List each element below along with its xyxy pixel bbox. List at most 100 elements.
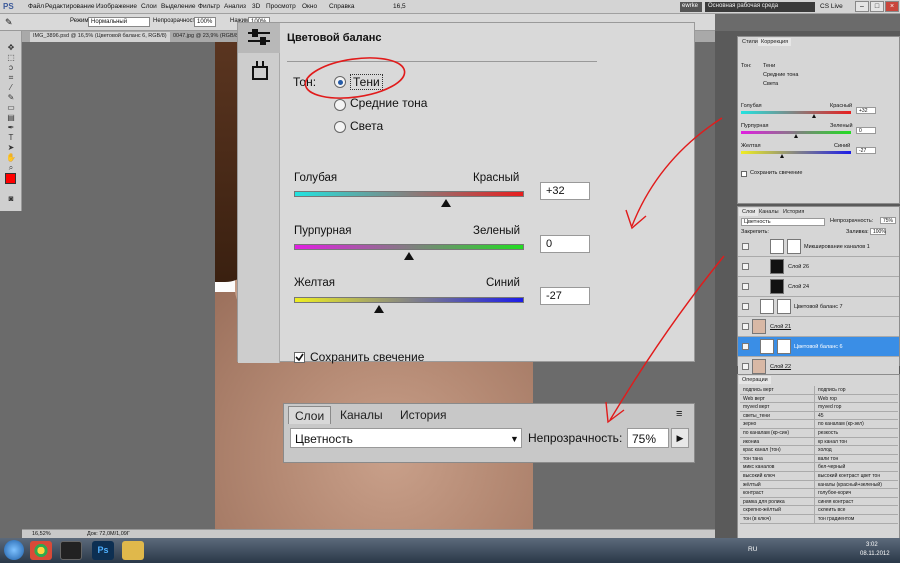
action-item[interactable]: крас канал (тон) [740,446,814,454]
menu-item-analysis[interactable]: Анализ [224,3,246,10]
small-cyan-red-slider[interactable] [741,111,851,118]
action-item[interactable]: вали тон [814,454,898,463]
layer-row[interactable]: Слой 21 [738,317,899,337]
eye-icon[interactable] [742,343,749,350]
magenta-green-thumb[interactable] [404,252,414,260]
action-item[interactable]: подпись гор [814,386,898,394]
tab-channels[interactable]: Каналы [756,208,782,216]
small-magenta-green-slider[interactable] [741,131,851,138]
tone-shadows-radio[interactable] [334,76,346,88]
eye-icon[interactable] [742,243,749,250]
tab-history[interactable]: История [780,208,807,216]
yellow-blue-thumb[interactable] [374,305,385,313]
action-item[interactable]: жёлтый [740,481,814,489]
eye-icon[interactable] [742,303,749,310]
eye-icon[interactable] [742,283,749,290]
chevron-down-icon[interactable]: ▼ [510,434,519,444]
tab-layers-zoomed[interactable]: Слои [288,406,332,424]
action-row[interactable]: высокий ключ высокий контраст цвет тон [740,471,898,481]
action-row[interactable]: по каналам (кр-син) резкость [740,428,898,438]
cyan-red-value[interactable]: +32 [540,182,590,200]
language-indicator[interactable]: RU [748,546,757,553]
preserve-luminosity-checkbox[interactable] [294,352,305,363]
action-item[interactable]: микс каналов [740,463,814,471]
action-item[interactable]: высокий контраст цвет тон [814,471,898,480]
text-icon[interactable]: T [5,133,17,143]
eye-icon[interactable] [742,363,749,370]
small-tone-highlights[interactable]: Света [763,81,778,87]
eraser-icon[interactable]: ▭ [5,103,17,113]
action-item[interactable]: тон градиентом [814,514,898,523]
layer-row[interactable]: Слой 24 [738,277,899,297]
foreground-color-swatch[interactable] [5,173,16,184]
crop-icon[interactable]: ⌗ [5,73,17,83]
small-slider-thumb[interactable] [779,154,784,158]
layer-row[interactable]: Цветовой баланс 7 [738,297,899,317]
hand-icon[interactable]: ✋ [5,153,17,163]
layer-name[interactable]: Цветовой баланс 6 [794,344,843,350]
action-item[interactable]: зерно [740,420,814,428]
opacity-input-zoomed[interactable]: 75% [627,428,669,448]
gradient-icon[interactable]: ▤ [5,113,17,123]
action-item[interactable]: бел-черный [814,463,898,471]
path-select-icon[interactable]: ➤ [5,143,17,153]
small-yellow-blue-slider[interactable] [741,151,851,158]
small-yellow-blue-value[interactable]: -27 [856,147,876,154]
media-icon[interactable] [60,541,82,560]
cyan-red-thumb[interactable] [440,199,451,207]
workspace-switcher[interactable]: Основная рабочая среда [705,2,815,12]
action-item[interactable]: резкость [814,428,898,437]
action-item[interactable]: myved гор [814,403,898,411]
minimize-icon[interactable]: – [855,1,869,12]
menu-item-edit[interactable]: Редактирование [45,3,95,10]
action-item[interactable]: кр канал тон [814,437,898,446]
action-row[interactable]: рамка для ролика синяя контраст [740,497,898,507]
quick-mask-icon[interactable]: ◙ [5,194,17,204]
action-item[interactable]: скрепно-жёлтый [740,506,814,514]
chrome-icon[interactable] [30,541,52,560]
small-slider-thumb[interactable] [811,114,816,118]
tone-shadows-label[interactable]: Тени [350,74,383,90]
action-item[interactable]: по каналам (кр-син) [740,429,814,437]
action-item[interactable]: синяя контраст [814,497,898,506]
preserve-luminosity-label[interactable]: Сохранить свечение [310,350,424,364]
layer-name[interactable]: Слой 21 [770,324,791,330]
pen-icon[interactable]: ✒ [5,123,17,133]
yellow-blue-value[interactable]: -27 [540,287,590,305]
tab-channels-zoomed[interactable]: Каналы [334,406,389,424]
action-item[interactable]: холод [814,446,898,454]
menu-item-view[interactable]: Просмотр [266,3,296,10]
action-row[interactable]: скрепно-жёлтый склеить все [740,506,898,515]
eye-icon[interactable] [742,323,749,330]
menu-item-help[interactable]: Справка [329,3,355,10]
chevron-right-icon[interactable]: ▶ [671,428,689,448]
start-button-icon[interactable] [4,540,24,560]
zoom-level[interactable]: 16,5 [393,3,406,10]
fill-input[interactable]: 100% [870,228,886,235]
menu-item-window[interactable]: Окно [302,3,317,10]
layer-name[interactable]: Слой 24 [788,284,809,290]
close-icon[interactable]: × [885,1,899,12]
cs-live-button[interactable]: CS Live [820,3,843,10]
action-item[interactable]: Web верт [740,395,814,403]
menu-item-3d[interactable]: 3D [252,3,260,10]
action-item[interactable]: Web гор [814,394,898,403]
clock-date[interactable]: 08.11.2012 [860,551,890,557]
action-row[interactable]: Web верт Web гор [740,394,898,404]
action-row[interactable]: зерно по каналам (кр-зел) [740,420,898,429]
action-item[interactable]: по каналам (кр-зел) [814,420,898,428]
action-item[interactable]: рамка для ролика [740,498,814,506]
menu-item-image[interactable]: Изображение [96,3,137,10]
user-badge[interactable]: ewrke [680,2,702,12]
tab-adjustments[interactable]: Коррекция [758,38,792,46]
small-preserve-checkbox[interactable] [741,171,747,177]
action-row[interactable]: myved верт myved гор [740,403,898,412]
action-row[interactable]: контраст голубое-корич [740,489,898,498]
action-row[interactable]: светы_тени 45 [740,411,898,421]
blend-mode-select[interactable]: Цветность [290,428,522,448]
action-item[interactable]: светы_тени [740,412,814,420]
small-cyan-red-value[interactable]: +32 [856,107,876,114]
tone-highlights-radio[interactable] [334,121,346,133]
lasso-icon[interactable]: ↄ [5,63,17,73]
action-row[interactable]: подпись верт подпись гор [740,386,898,395]
